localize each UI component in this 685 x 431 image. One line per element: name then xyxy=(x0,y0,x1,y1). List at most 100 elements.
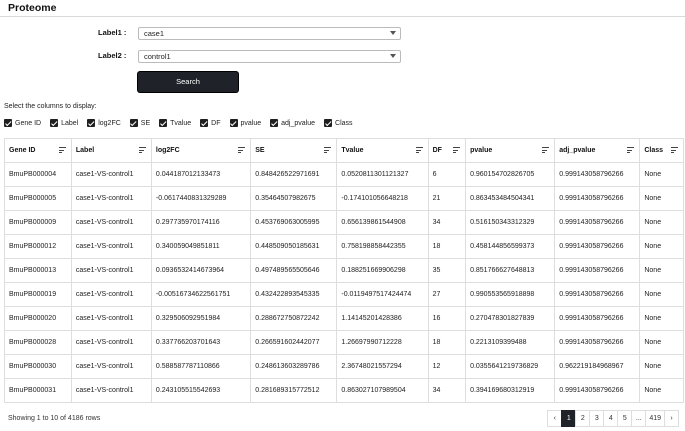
results-table: Gene ID Label log2FC SE Tvalue DF pvalue… xyxy=(4,138,684,403)
table-cell: 0.394169680312919 xyxy=(465,378,556,403)
page-button-1[interactable]: 1 xyxy=(561,410,577,427)
table-cell: None xyxy=(639,282,684,307)
checkbox-checked-icon[interactable] xyxy=(229,119,238,127)
label2-caption: Label2 : xyxy=(98,51,127,60)
gene-id-link[interactable]: BmuPB000031 xyxy=(4,378,72,403)
page-button-5[interactable]: 5 xyxy=(617,410,633,427)
app-header: Proteome xyxy=(0,0,685,17)
table-cell: 12 xyxy=(427,354,467,379)
table-row: BmuPB000013 case1-VS-control1 0.0936532414… xyxy=(4,258,684,283)
checkbox-checked-icon[interactable] xyxy=(159,119,168,127)
checkbox-checked-icon[interactable] xyxy=(270,119,279,127)
column-toggle-pvalue[interactable]: pvalue xyxy=(229,119,261,127)
table-cell: 6 xyxy=(427,162,467,187)
gene-id-link[interactable]: BmuPB000005 xyxy=(4,186,72,211)
column-toggle-adj-pvalue[interactable]: adj_pvalue xyxy=(270,119,315,127)
table-cell: 0.188251669906298 xyxy=(336,258,429,283)
checkbox-checked-icon[interactable] xyxy=(87,119,96,127)
checkbox-checked-icon[interactable] xyxy=(324,119,333,127)
gene-id-link[interactable]: BmuPB000012 xyxy=(4,234,72,259)
column-header-tvalue[interactable]: Tvalue xyxy=(336,138,429,163)
table-cell: None xyxy=(639,378,684,403)
sort-icon[interactable] xyxy=(138,147,146,154)
sort-icon[interactable] xyxy=(58,147,66,154)
sort-icon[interactable] xyxy=(453,147,461,154)
table-cell: 0.458144856599373 xyxy=(465,234,556,259)
column-toggle-class[interactable]: Class xyxy=(324,119,353,127)
table-cell: 27 xyxy=(427,282,467,307)
gene-id-link[interactable]: BmuPB000009 xyxy=(4,210,72,235)
table-cell: 0.999143058796266 xyxy=(554,330,641,355)
search-button[interactable]: Search xyxy=(138,72,238,92)
table-cell: 0.588587787110866 xyxy=(150,354,252,379)
gene-id-link[interactable]: BmuPB000013 xyxy=(4,258,72,283)
sort-icon[interactable] xyxy=(415,147,423,154)
table-cell: case1-VS-control1 xyxy=(70,306,152,331)
table-cell: 0.340059049851811 xyxy=(150,234,252,259)
column-header-pvalue[interactable]: pvalue xyxy=(465,138,556,163)
table-row: BmuPB000005 case1-VS-control1 -0.061744083… xyxy=(4,186,684,211)
column-toggle-label[interactable]: Label xyxy=(50,119,78,127)
table-cell: 0.0936532414673964 xyxy=(150,258,252,283)
table-cell: case1-VS-control1 xyxy=(70,162,152,187)
column-header-gene-id[interactable]: Gene ID xyxy=(4,138,72,163)
table-cell: 34 xyxy=(427,210,467,235)
column-header-label[interactable]: Label xyxy=(70,138,152,163)
column-header-se[interactable]: SE xyxy=(250,138,338,163)
checkbox-checked-icon[interactable] xyxy=(129,119,138,127)
table-cell: 1.14145201428386 xyxy=(336,306,429,331)
table-cell: 1.26697990712228 xyxy=(336,330,429,355)
gene-id-link[interactable]: BmuPB000004 xyxy=(4,162,72,187)
table-cell: 21 xyxy=(427,186,467,211)
prev-page-button[interactable]: ‹ xyxy=(547,410,563,427)
table-cell: 0.243105515542693 xyxy=(150,378,252,403)
table-cell: case1-VS-control1 xyxy=(70,258,152,283)
next-page-button[interactable]: › xyxy=(664,410,679,427)
table-header-row: Gene ID Label log2FC SE Tvalue DF pvalue… xyxy=(4,138,684,163)
table-cell: 0.35464507982675 xyxy=(250,186,338,211)
gene-id-link[interactable]: BmuPB000028 xyxy=(4,330,72,355)
label1-select-value: case1 xyxy=(144,29,165,38)
column-toggle-se[interactable]: SE xyxy=(129,119,150,127)
sort-icon[interactable] xyxy=(627,147,635,154)
table-cell: case1-VS-control1 xyxy=(70,234,152,259)
page-button-7[interactable]: 419 xyxy=(645,410,665,427)
sort-icon[interactable] xyxy=(238,147,246,154)
sort-icon[interactable] xyxy=(324,147,332,154)
column-header-adj-pvalue[interactable]: adj_pvalue xyxy=(554,138,641,163)
table-cell: 0.758198858442355 xyxy=(336,234,429,259)
sort-icon[interactable] xyxy=(542,147,550,154)
column-toggle-gene-id[interactable]: Gene ID xyxy=(4,119,41,127)
chevron-down-icon xyxy=(390,31,396,35)
columns-selector-caption: Select the columns to display: xyxy=(4,103,97,110)
sort-icon[interactable] xyxy=(671,147,678,154)
table-cell: case1-VS-control1 xyxy=(70,210,152,235)
checkbox-checked-icon[interactable] xyxy=(200,119,209,127)
table-body: BmuPB000004 case1-VS-control1 0.0441870121… xyxy=(4,162,684,403)
gene-id-link[interactable]: BmuPB000020 xyxy=(4,306,72,331)
table-cell: 0.990553565918898 xyxy=(465,282,556,307)
table-row: BmuPB000012 case1-VS-control1 0.3400590498… xyxy=(4,234,684,259)
column-header-df[interactable]: DF xyxy=(427,138,467,163)
table-cell: None xyxy=(639,162,684,187)
column-header-log2fc[interactable]: log2FC xyxy=(150,138,252,163)
label2-select[interactable]: control1 xyxy=(138,50,401,63)
gene-id-link[interactable]: BmuPB000030 xyxy=(4,354,72,379)
table-cell: None xyxy=(639,186,684,211)
column-toggle-log2fc[interactable]: log2FC xyxy=(87,119,121,127)
label1-select[interactable]: case1 xyxy=(138,27,401,40)
gene-id-link[interactable]: BmuPB000019 xyxy=(4,282,72,307)
page-button-4[interactable]: 4 xyxy=(603,410,619,427)
column-toggle-tvalue[interactable]: Tvalue xyxy=(159,119,191,127)
table-cell: -0.0617440831329289 xyxy=(150,186,252,211)
column-header-class[interactable]: Class xyxy=(639,138,684,163)
table-cell: 0.0520811301121327 xyxy=(336,162,429,187)
table-cell: -0.0119497517424474 xyxy=(336,282,429,307)
checkbox-checked-icon[interactable] xyxy=(50,119,59,127)
table-cell: 0.999143058796266 xyxy=(554,378,641,403)
checkbox-checked-icon[interactable] xyxy=(4,119,12,127)
page-button-3[interactable]: 3 xyxy=(589,410,605,427)
table-cell: case1-VS-control1 xyxy=(70,354,152,379)
column-toggle-df[interactable]: DF xyxy=(200,119,221,127)
page-button-2[interactable]: 2 xyxy=(575,410,591,427)
